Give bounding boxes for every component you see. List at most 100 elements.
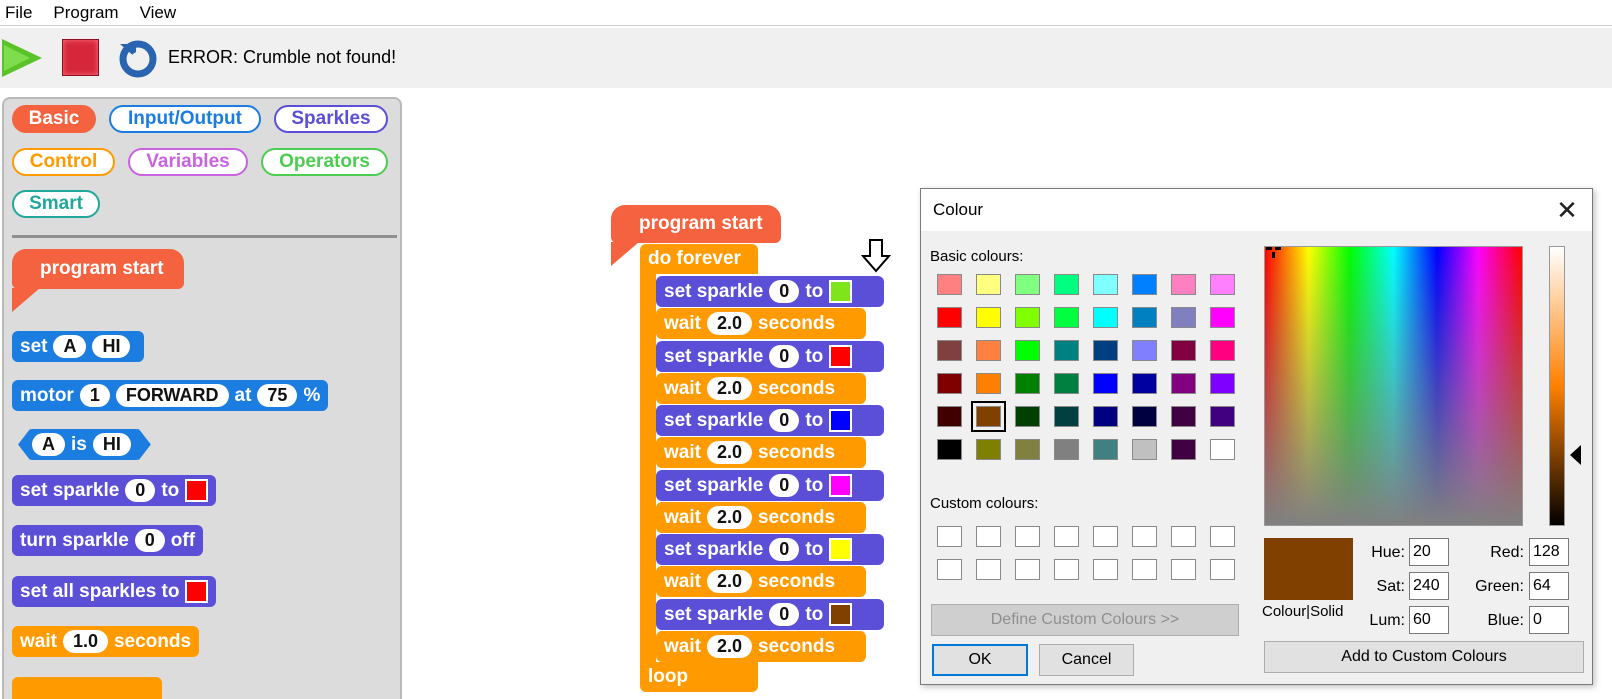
lum-field[interactable]: 60 <box>1409 606 1449 634</box>
category-operators[interactable]: Operators <box>261 148 388 176</box>
sat-field[interactable]: 240 <box>1409 572 1449 600</box>
custom-colour-slot[interactable] <box>1093 559 1118 580</box>
custom-colour-slot[interactable] <box>1054 526 1079 547</box>
motor-dir-pill[interactable]: FORWARD <box>115 384 229 407</box>
colour-swatch[interactable] <box>937 373 962 394</box>
motor-speed-pill[interactable]: 75 <box>257 384 298 407</box>
wait-value-pill[interactable]: 2.0 <box>706 635 752 658</box>
palette-set-block[interactable]: set A HI <box>12 331 145 362</box>
colour-swatch[interactable] <box>1171 274 1196 295</box>
ok-button[interactable]: OK <box>932 644 1028 676</box>
colour-swatch[interactable] <box>1210 406 1235 427</box>
canvas-wait-block[interactable]: wait 2.0 seconds <box>656 373 866 404</box>
custom-colour-slot[interactable] <box>1093 526 1118 547</box>
canvas-wait-block[interactable]: wait 2.0 seconds <box>656 631 866 662</box>
canvas-set-sparkle-block[interactable]: set sparkle 0 to <box>656 276 884 307</box>
value-pill[interactable]: HI <box>93 433 131 456</box>
colour-swatch[interactable] <box>1015 340 1040 361</box>
var-pill[interactable]: A <box>53 335 87 358</box>
colour-swatch[interactable] <box>1210 274 1235 295</box>
category-basic[interactable]: Basic <box>12 105 96 133</box>
colour-swatch[interactable] <box>829 603 853 626</box>
colour-swatch[interactable] <box>1054 439 1079 460</box>
palette-motor-block[interactable]: motor 1 FORWARD at 75 % <box>12 380 329 411</box>
menu-program[interactable]: Program <box>48 3 128 23</box>
canvas-wait-block[interactable]: wait 2.0 seconds <box>656 502 866 533</box>
colour-spectrum[interactable] <box>1264 246 1523 526</box>
sparkle-num-pill[interactable]: 0 <box>769 474 800 497</box>
sparkle-num-pill[interactable]: 0 <box>769 603 800 626</box>
colour-swatch[interactable] <box>1015 274 1040 295</box>
colour-swatch[interactable] <box>1015 307 1040 328</box>
custom-colour-slot[interactable] <box>937 559 962 580</box>
category-smart[interactable]: Smart <box>12 190 100 218</box>
wait-value-pill[interactable]: 2.0 <box>706 441 752 464</box>
colour-swatch[interactable] <box>829 474 853 497</box>
colour-swatch[interactable] <box>1015 406 1040 427</box>
colour-swatch[interactable] <box>937 439 962 460</box>
var-pill[interactable]: A <box>32 433 65 456</box>
colour-swatch[interactable] <box>937 406 962 427</box>
palette-program-start-block[interactable]: program start <box>12 249 184 289</box>
palette-partial-block[interactable] <box>12 677 162 699</box>
palette-set-sparkle-block[interactable]: set sparkle 0 to <box>12 475 217 506</box>
colour-swatch[interactable] <box>1093 340 1118 361</box>
canvas-wait-block[interactable]: wait 2.0 seconds <box>656 437 866 468</box>
custom-colour-slot[interactable] <box>1054 559 1079 580</box>
wait-value-pill[interactable]: 2.0 <box>706 377 752 400</box>
colour-swatch[interactable] <box>976 373 1001 394</box>
category-input-output[interactable]: Input/Output <box>109 105 261 133</box>
sparkle-num-pill[interactable]: 0 <box>769 345 800 368</box>
colour-swatch[interactable] <box>829 345 853 368</box>
palette-turn-sparkle-block[interactable]: turn sparkle 0 off <box>12 525 204 556</box>
colour-swatch[interactable] <box>1093 439 1118 460</box>
custom-colour-slot[interactable] <box>1210 526 1235 547</box>
luminance-arrow-icon[interactable] <box>1570 445 1581 465</box>
colour-swatch[interactable] <box>1015 373 1040 394</box>
wait-value-pill[interactable]: 2.0 <box>706 570 752 593</box>
colour-swatch[interactable] <box>185 580 209 603</box>
close-icon[interactable]: ✕ <box>1552 195 1582 225</box>
custom-colour-slot[interactable] <box>1132 559 1157 580</box>
colour-swatch[interactable] <box>1093 307 1118 328</box>
colour-swatch[interactable] <box>1210 373 1235 394</box>
custom-colour-slot[interactable] <box>976 559 1001 580</box>
value-pill[interactable]: HI <box>92 335 131 358</box>
menu-view[interactable]: View <box>135 3 187 23</box>
colour-swatch[interactable] <box>1171 307 1196 328</box>
colour-swatch[interactable] <box>1054 307 1079 328</box>
colour-swatch[interactable] <box>1054 373 1079 394</box>
add-custom-colours-button[interactable]: Add to Custom Colours <box>1264 641 1584 673</box>
colour-swatch[interactable] <box>1093 373 1118 394</box>
colour-swatch[interactable] <box>937 340 962 361</box>
colour-swatch[interactable] <box>185 479 209 502</box>
canvas-wait-block[interactable]: wait 2.0 seconds <box>656 308 866 339</box>
custom-colour-slot[interactable] <box>1210 559 1235 580</box>
colour-swatch[interactable] <box>829 280 853 303</box>
category-variables[interactable]: Variables <box>128 148 248 176</box>
colour-swatch[interactable] <box>829 538 853 561</box>
colour-swatch[interactable] <box>1171 439 1196 460</box>
colour-swatch[interactable] <box>1171 340 1196 361</box>
wait-value-pill[interactable]: 2.0 <box>706 506 752 529</box>
do-forever-block[interactable]: do forever <box>640 244 758 274</box>
sparkle-num-pill[interactable]: 0 <box>769 538 800 561</box>
canvas-wait-block[interactable]: wait 2.0 seconds <box>656 566 866 597</box>
canvas-set-sparkle-block[interactable]: set sparkle 0 to <box>656 470 884 501</box>
colour-swatch[interactable] <box>937 274 962 295</box>
hue-field[interactable]: 20 <box>1409 538 1449 566</box>
sparkle-num-pill[interactable]: 0 <box>769 409 800 432</box>
colour-swatch[interactable] <box>937 307 962 328</box>
colour-swatch[interactable] <box>1054 340 1079 361</box>
colour-swatch[interactable] <box>1015 439 1040 460</box>
custom-colour-slot[interactable] <box>1015 559 1040 580</box>
stop-icon[interactable] <box>62 39 99 76</box>
colour-swatch[interactable] <box>1210 340 1235 361</box>
motor-num-pill[interactable]: 1 <box>79 384 110 407</box>
canvas-set-sparkle-block[interactable]: set sparkle 0 to <box>656 534 884 565</box>
custom-colour-slot[interactable] <box>1171 559 1196 580</box>
colour-swatch[interactable] <box>1132 439 1157 460</box>
colour-swatch[interactable] <box>976 340 1001 361</box>
colour-swatch[interactable] <box>976 307 1001 328</box>
colour-swatch[interactable] <box>1132 340 1157 361</box>
